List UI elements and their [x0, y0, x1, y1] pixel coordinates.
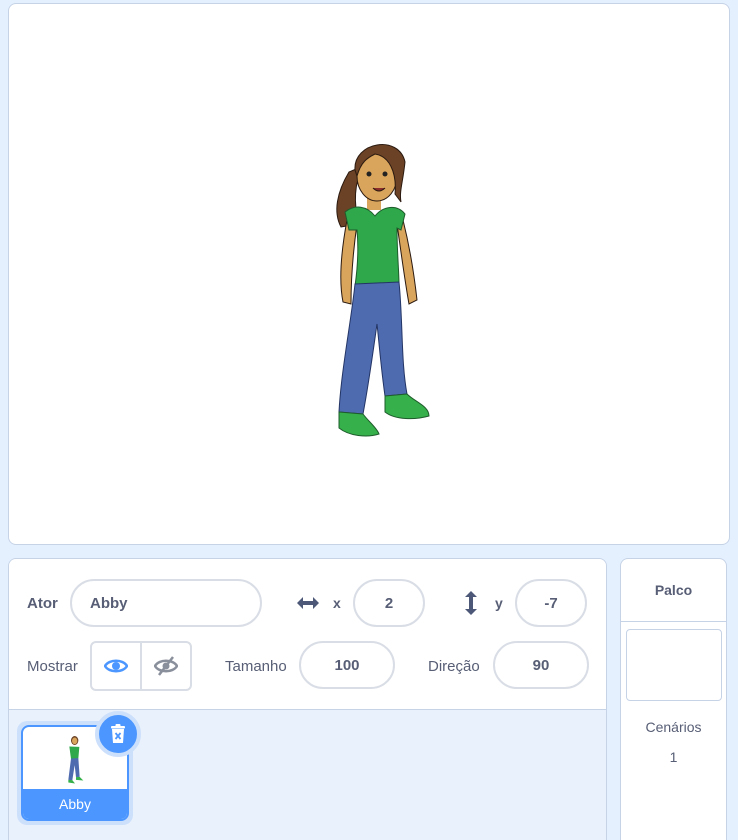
abby-sprite[interactable]: [319, 132, 439, 442]
size-label: Tamanho: [225, 658, 287, 675]
show-label: Mostrar: [27, 658, 78, 675]
hide-sprite-button[interactable]: [140, 643, 190, 689]
stage-thumbnail[interactable]: [626, 629, 722, 701]
abby-thumbnail-image: [68, 736, 84, 784]
backdrops-label: Cenários: [645, 719, 702, 735]
stage-title: Palco: [621, 559, 726, 622]
y-label: y: [495, 595, 503, 611]
delete-sprite-button[interactable]: [95, 711, 141, 757]
sprite-label: Ator: [27, 595, 58, 612]
sprite-name-input[interactable]: Abby: [70, 579, 262, 627]
eye-icon: [104, 659, 128, 673]
size-input[interactable]: 100: [299, 641, 395, 689]
stage-canvas[interactable]: [8, 3, 730, 545]
trash-icon: [111, 724, 125, 743]
x-label: x: [333, 595, 341, 611]
horizontal-arrows-icon: [297, 597, 319, 609]
stage-selector[interactable]: Palco Cenários 1: [620, 558, 727, 840]
visibility-toggle: [90, 641, 192, 691]
sprite-properties: Ator Abby x 2 y -7 Mostrar Tamanho 100 D…: [9, 559, 606, 710]
direction-label: Direção: [428, 658, 480, 675]
show-sprite-button[interactable]: [92, 643, 140, 689]
sprite-tile-name: Abby: [23, 789, 127, 819]
eye-slash-icon: [154, 656, 178, 676]
vertical-arrows-icon: [465, 591, 477, 615]
x-position-input[interactable]: 2: [353, 579, 425, 627]
backdrops-count: 1: [669, 749, 678, 765]
direction-input[interactable]: 90: [493, 641, 589, 689]
y-position-input[interactable]: -7: [515, 579, 587, 627]
sprite-info-panel: Ator Abby x 2 y -7 Mostrar Tamanho 100 D…: [8, 558, 607, 840]
